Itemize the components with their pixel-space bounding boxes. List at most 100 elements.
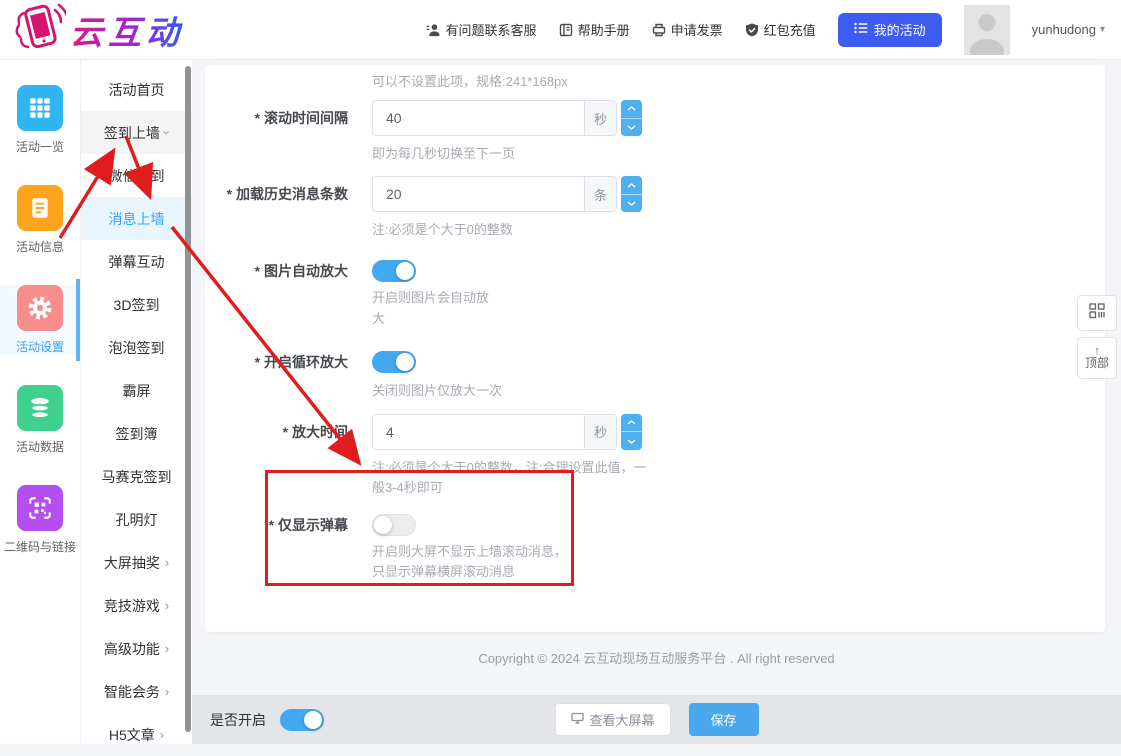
chevron-down-icon: ›	[161, 130, 174, 134]
my-activities-button[interactable]: 我的活动	[838, 13, 942, 47]
unit-label: 条	[584, 177, 616, 211]
spinner-down-button[interactable]	[621, 432, 642, 450]
submenu-label: 泡泡签到	[109, 338, 165, 358]
zoom-duration-input[interactable]	[373, 415, 584, 449]
avatar[interactable]	[964, 5, 1010, 55]
submenu-item-signin-book[interactable]: 签到簿	[81, 412, 192, 455]
bottom-action-bar: 是否开启 查看大屏幕 保存	[192, 695, 1121, 744]
nav-label: 帮助手册	[578, 20, 630, 39]
main-content: 可以不设置此项，规格:241*168px * 滚动时间间隔 秒 即	[192, 60, 1121, 744]
submenu-item-screen-takeover[interactable]: 霸屏	[81, 369, 192, 412]
field-label: * 仅显示弹幕	[205, 515, 348, 535]
nav-label: 申请发票	[671, 20, 723, 39]
spinner-up-button[interactable]	[621, 176, 642, 195]
submenu-item-activity-home[interactable]: 活动首页	[81, 68, 192, 111]
field-label: * 放大时间	[205, 422, 348, 442]
submenu-item-3d-signin[interactable]: 3D签到	[81, 283, 192, 326]
chevron-right-icon: ›	[160, 728, 164, 741]
sidebar-item-label: 活动一览	[16, 138, 64, 155]
submenu-label: 签到上墙	[104, 123, 160, 143]
spinner-down-button[interactable]	[621, 195, 642, 213]
toggle-knob	[304, 711, 322, 729]
submenu-item-bubble-signin[interactable]: 泡泡签到	[81, 326, 192, 369]
layout-qr-button[interactable]	[1077, 295, 1117, 331]
submenu-label: 智能会务	[104, 682, 160, 702]
nav-customer-service[interactable]: 有问题联系客服	[426, 20, 537, 39]
my-activities-label: 我的活动	[874, 20, 926, 39]
spinner-up-button[interactable]	[621, 414, 642, 433]
logo[interactable]: 云互动	[12, 1, 184, 58]
list-icon	[854, 22, 868, 37]
toggle-knob	[396, 262, 414, 280]
submenu-item-smart-meeting[interactable]: 智能会务 ›	[81, 670, 192, 713]
scroll-interval-input[interactable]	[373, 101, 584, 135]
sidebar-item-activity-info[interactable]: 活动信息	[0, 185, 80, 255]
submenu-item-wechat-signin[interactable]: 微信签到	[81, 154, 192, 197]
submenu-label: 弹幕互动	[109, 252, 165, 272]
field-hint: 注:必须是个大于0的整数，注:合理设置此值，一 般3-4秒即可	[372, 458, 717, 498]
submenu-item-advanced[interactable]: 高级功能 ›	[81, 627, 192, 670]
submenu-label: 高级功能	[104, 639, 160, 659]
submenu-item-mosaic-signin[interactable]: 马赛克签到	[81, 455, 192, 498]
phone-logo-icon	[12, 1, 66, 58]
submenu: 活动首页 签到上墙 › 微信签到 消息上墙 弹幕互动 3D签到 泡泡签到 霸屏 …	[80, 60, 192, 744]
submenu-label: 竞技游戏	[104, 596, 160, 616]
number-spinner	[621, 414, 642, 450]
submenu-item-message-wall[interactable]: 消息上墙	[81, 197, 192, 240]
zoom-duration-input-group: 秒	[372, 414, 617, 450]
field-hint: 即为每几秒切换至下一页	[372, 144, 1105, 164]
icon-sidebar: 活动一览 活动信息 活动设置	[0, 60, 80, 744]
field-hint: 关闭则图片仅放大一次	[372, 381, 1105, 401]
chevron-down-icon: ▾	[1100, 24, 1105, 35]
nav-label: 红包充值	[764, 20, 816, 39]
submenu-item-games[interactable]: 竞技游戏 ›	[81, 584, 192, 627]
nav-help-manual[interactable]: 帮助手册	[559, 20, 630, 39]
recharge-icon	[745, 23, 759, 37]
nav-recharge[interactable]: 红包充值	[745, 20, 816, 39]
sidebar-item-activity-data[interactable]: 活动数据	[0, 385, 80, 455]
submenu-label: 大屏抽奖	[104, 553, 160, 573]
sidebar-item-qrcode-links[interactable]: 二维码与链接	[0, 485, 80, 555]
submenu-item-danmu[interactable]: 弹幕互动	[81, 240, 192, 283]
invoice-icon	[652, 23, 666, 37]
username-label: yunhudong	[1032, 22, 1096, 37]
submenu-item-signin-wall[interactable]: 签到上墙 ›	[81, 111, 192, 154]
submenu-scrollbar[interactable]	[185, 66, 191, 732]
field-label: * 加载历史消息条数	[205, 184, 348, 204]
unit-label: 秒	[584, 101, 616, 135]
enable-toggle[interactable]	[280, 709, 324, 731]
field-label: * 图片自动放大	[205, 261, 348, 281]
floating-tools: ↑ 顶部	[1077, 295, 1117, 379]
toggle-knob	[396, 353, 414, 371]
danmu-only-toggle[interactable]	[372, 514, 416, 536]
nav-label: 有问题联系客服	[446, 20, 537, 39]
toggle-knob	[374, 516, 392, 534]
nav-invoice[interactable]: 申请发票	[652, 20, 723, 39]
save-button[interactable]: 保存	[689, 703, 759, 736]
auto-zoom-toggle[interactable]	[372, 260, 416, 282]
view-big-screen-button[interactable]: 查看大屏幕	[554, 703, 670, 736]
field-label: * 开启循环放大	[205, 352, 348, 372]
submenu-item-h5-article[interactable]: H5文章 ›	[81, 713, 192, 756]
sidebar-item-activity-overview[interactable]: 活动一览	[0, 85, 80, 155]
qrcode-icon	[17, 485, 63, 531]
user-menu[interactable]: yunhudong ▾	[1032, 22, 1105, 37]
layout-blocks-icon	[1088, 303, 1106, 324]
loop-zoom-toggle[interactable]	[372, 351, 416, 373]
field-hint: 可以不设置此项，规格:241*168px	[372, 72, 1105, 92]
spinner-down-button[interactable]	[621, 119, 642, 137]
chevron-right-icon: ›	[165, 556, 169, 569]
sidebar-item-activity-settings[interactable]: 活动设置	[0, 285, 80, 355]
spinner-up-button[interactable]	[621, 100, 642, 119]
sidebar-item-label: 活动数据	[16, 438, 64, 455]
submenu-label: 消息上墙	[109, 209, 165, 229]
submenu-item-lottery[interactable]: 大屏抽奖 ›	[81, 541, 192, 584]
number-spinner	[621, 100, 642, 136]
sidebar-item-label: 二维码与链接	[4, 538, 76, 555]
back-to-top-button[interactable]: ↑ 顶部	[1077, 337, 1117, 379]
history-count-input[interactable]	[373, 177, 584, 211]
settings-form-panel: 可以不设置此项，规格:241*168px * 滚动时间间隔 秒 即	[205, 65, 1105, 632]
form-row-danmu-only: * 仅显示弹幕	[205, 514, 1105, 536]
enable-label: 是否开启	[210, 710, 266, 730]
submenu-item-lantern[interactable]: 孔明灯	[81, 498, 192, 541]
